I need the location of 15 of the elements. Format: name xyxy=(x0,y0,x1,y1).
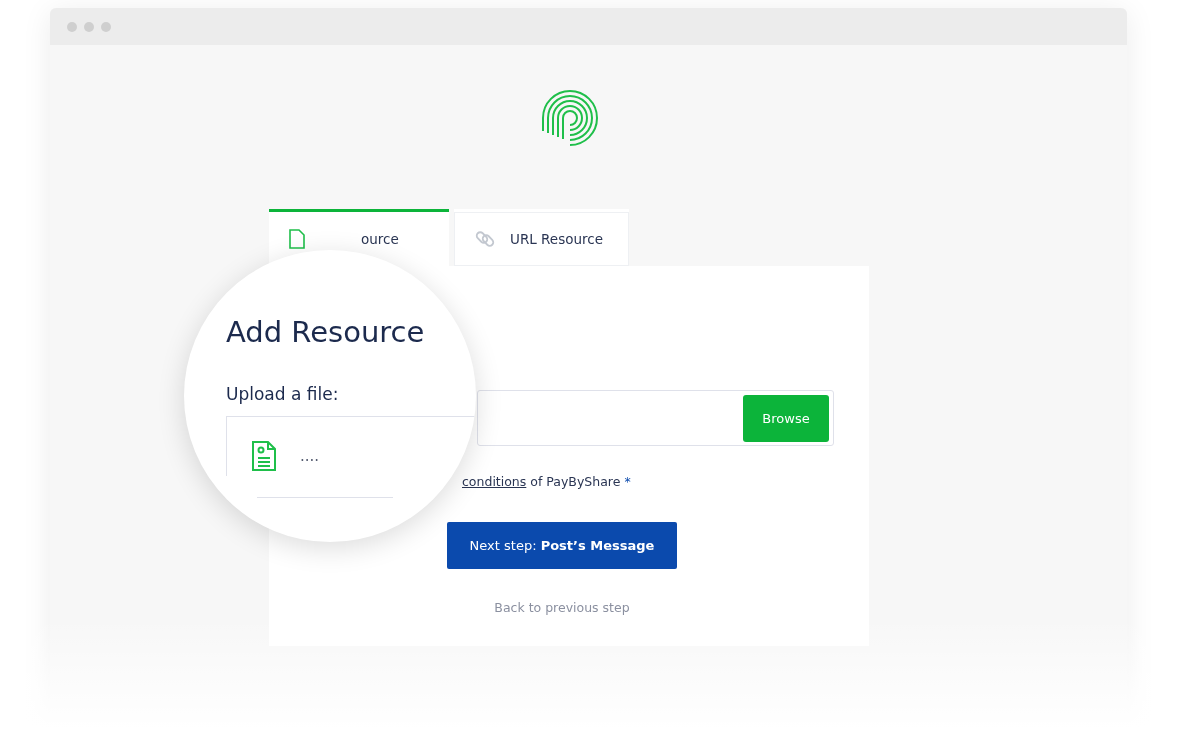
document-icon xyxy=(252,440,276,471)
window-dot-icon[interactable] xyxy=(101,21,111,32)
next-step-button[interactable]: Next step: Post’s Message xyxy=(447,522,677,569)
tab[interactable]: URL Resource xyxy=(454,209,629,266)
terms-link[interactable]: conditions xyxy=(462,474,527,489)
upload-label: Upload a file: xyxy=(226,384,340,404)
file-drop-field[interactable]: .... xyxy=(226,416,476,476)
terms-text: of PayByShare xyxy=(530,474,621,489)
window-dot-icon[interactable] xyxy=(84,21,94,32)
window-dot-icon[interactable] xyxy=(67,21,77,32)
form-title: Add Resource xyxy=(226,315,426,349)
required-mark: * xyxy=(624,474,631,489)
file-name: .... xyxy=(300,446,320,465)
link-icon xyxy=(474,228,496,250)
document-icon xyxy=(289,229,305,249)
